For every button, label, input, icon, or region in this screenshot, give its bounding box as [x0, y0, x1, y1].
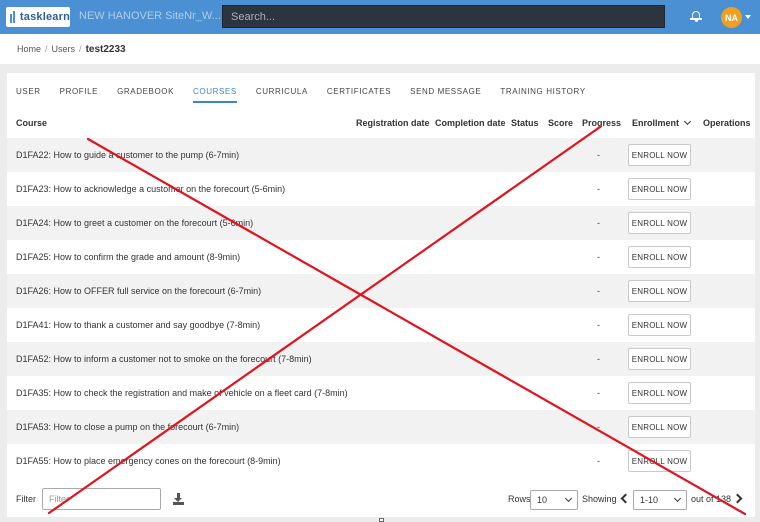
course-name: D1FA52: How to inform a customer not to … [16, 354, 312, 364]
tab-training-history[interactable]: TRAINING HISTORY [500, 87, 585, 103]
table-row: D1FA23: How to acknowledge a customer on… [7, 172, 755, 206]
progress-value: - [597, 150, 600, 160]
column-status[interactable]: Status [511, 118, 539, 128]
enroll-now-button[interactable]: ENROLL NOW [628, 178, 691, 200]
chevron-left-icon[interactable] [620, 493, 631, 504]
breadcrumb-separator: / [45, 44, 48, 54]
chevron-down-icon[interactable] [745, 15, 751, 19]
progress-value: - [597, 286, 600, 296]
breadcrumb-separator: / [79, 44, 82, 54]
table-row: D1FA41: How to thank a customer and say … [7, 308, 755, 342]
enroll-now-button[interactable]: ENROLL NOW [628, 314, 691, 336]
table-row: D1FA25: How to confirm the grade and amo… [7, 240, 755, 274]
breadcrumb-users[interactable]: Users [52, 44, 76, 54]
course-name: D1FA53: How to close a pump on the forec… [16, 422, 240, 432]
table-row: D1FA24: How to greet a customer on the f… [7, 206, 755, 240]
search-input[interactable]: Search... [222, 5, 665, 28]
enroll-now-button[interactable]: ENROLL NOW [628, 144, 691, 166]
avatar[interactable]: NA [721, 7, 742, 28]
progress-value: - [597, 184, 600, 194]
download-icon[interactable] [173, 493, 184, 505]
column-enrollment[interactable]: Enrollment [632, 117, 692, 128]
progress-value: - [597, 252, 600, 262]
chevron-down-icon [564, 494, 573, 503]
tab-send-message[interactable]: SEND MESSAGE [410, 87, 481, 103]
column-operations[interactable]: Operations [703, 118, 751, 128]
page-title: test2233 [85, 43, 126, 55]
course-name: D1FA24: How to greet a customer on the f… [16, 218, 254, 228]
scroll-handle[interactable] [379, 518, 384, 522]
course-name: D1FA35: How to check the registration an… [16, 388, 348, 398]
rows-label: Rows [508, 494, 531, 504]
tab-courses[interactable]: COURSES [193, 87, 237, 103]
breadcrumb-home[interactable]: Home [17, 44, 41, 54]
enroll-now-button[interactable]: ENROLL NOW [628, 246, 691, 268]
page-range-select[interactable]: 1-10 [633, 490, 687, 510]
logo-text: tasklearn [19, 11, 70, 23]
enroll-now-button[interactable]: ENROLL NOW [628, 450, 691, 472]
column-progress[interactable]: Progress [582, 118, 621, 128]
course-name: D1FA22: How to guide a customer to the p… [16, 150, 240, 160]
tab-curricula[interactable]: CURRICULA [256, 87, 308, 103]
progress-value: - [597, 218, 600, 228]
chevron-down-icon [673, 494, 682, 503]
column-course[interactable]: Course [16, 118, 47, 128]
tasklearn-logo[interactable]: tasklearn [6, 7, 70, 27]
breadcrumb: Home / Users / test2233 [0, 34, 760, 64]
site-name[interactable]: NEW HANOVER SiteNr_W... [79, 10, 221, 22]
table-row: D1FA26: How to OFFER full service on the… [7, 274, 755, 308]
course-name: D1FA41: How to thank a customer and say … [16, 320, 261, 330]
column-completion-date[interactable]: Completion date [435, 118, 506, 128]
course-name: D1FA23: How to acknowledge a customer on… [16, 184, 286, 194]
chevron-down-icon [683, 117, 692, 126]
table-footer: Filter Filter Rows 10 Showing 1-10 out o… [7, 485, 755, 517]
progress-value: - [597, 354, 600, 364]
table-row: D1FA52: How to inform a customer not to … [7, 342, 755, 376]
showing-label: Showing [582, 494, 617, 504]
enroll-now-button[interactable]: ENROLL NOW [628, 212, 691, 234]
tab-gradebook[interactable]: GRADEBOOK [117, 87, 174, 103]
tab-user[interactable]: USER [16, 87, 41, 103]
rows-per-page-value: 10 [537, 495, 548, 505]
enroll-now-button[interactable]: ENROLL NOW [628, 416, 691, 438]
filter-input[interactable]: Filter [42, 488, 161, 510]
filter-label: Filter [16, 494, 36, 504]
tab-bar: USER PROFILE GRADEBOOK COURSES CURRICULA… [7, 73, 755, 103]
course-name: D1FA55: How to place emergency cones on … [16, 456, 281, 466]
chevron-right-icon[interactable] [732, 493, 743, 504]
logo-mark-icon [9, 11, 18, 23]
table-row: D1FA53: How to close a pump on the forec… [7, 410, 755, 444]
table-row: D1FA35: How to check the registration an… [7, 376, 755, 410]
table-row: D1FA55: How to place emergency cones on … [7, 444, 755, 478]
bell-icon[interactable] [690, 10, 702, 22]
table-header: Course Registration date Completion date… [7, 107, 755, 138]
main-card: USER PROFILE GRADEBOOK COURSES CURRICULA… [7, 73, 755, 517]
course-name: D1FA26: How to OFFER full service on the… [16, 286, 262, 296]
top-bar: tasklearn NEW HANOVER SiteNr_W... Search… [0, 0, 760, 34]
progress-value: - [597, 456, 600, 466]
course-name: D1FA25: How to confirm the grade and amo… [16, 252, 241, 262]
table-row: D1FA22: How to guide a customer to the p… [7, 138, 755, 172]
rows-per-page-select[interactable]: 10 [530, 490, 578, 510]
tab-certificates[interactable]: CERTIFICATES [327, 87, 391, 103]
progress-value: - [597, 422, 600, 432]
progress-value: - [597, 320, 600, 330]
tab-profile[interactable]: PROFILE [60, 87, 98, 103]
total-count: out of 138 [691, 494, 732, 504]
column-registration-date[interactable]: Registration date [356, 118, 430, 128]
column-score[interactable]: Score [548, 118, 573, 128]
enroll-now-button[interactable]: ENROLL NOW [628, 348, 691, 370]
column-enrollment-label: Enrollment [632, 118, 680, 128]
progress-value: - [597, 388, 600, 398]
page-range-value: 1-10 [640, 495, 659, 505]
enroll-now-button[interactable]: ENROLL NOW [628, 280, 691, 302]
enroll-now-button[interactable]: ENROLL NOW [628, 382, 691, 404]
